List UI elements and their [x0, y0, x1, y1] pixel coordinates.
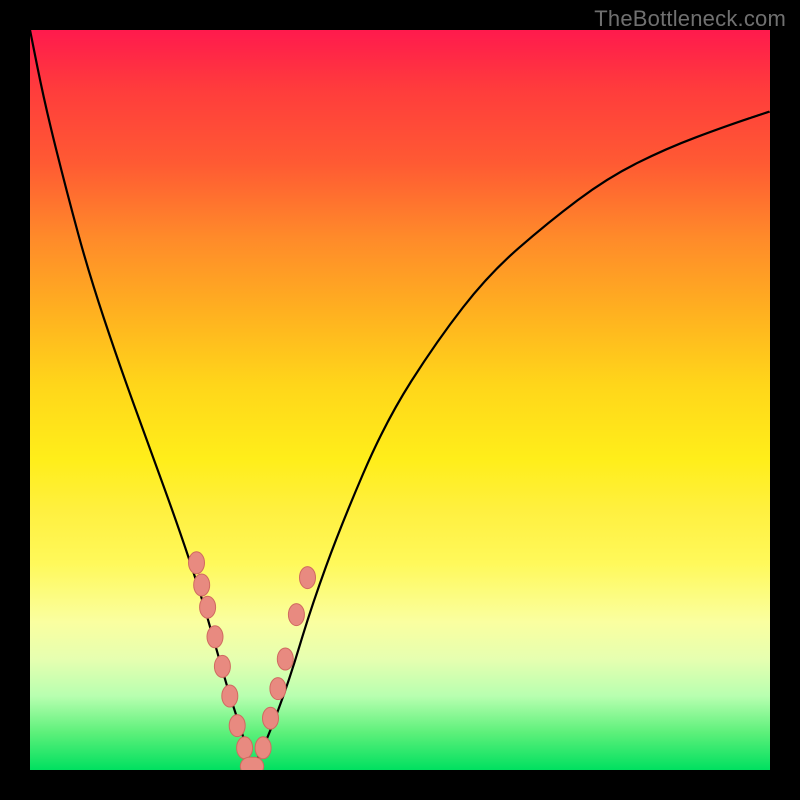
- highlight-blob: [255, 737, 271, 759]
- highlight-base: [240, 757, 263, 770]
- highlight-blob: [300, 567, 316, 589]
- highlight-blob: [214, 655, 230, 677]
- highlight-blob: [288, 604, 304, 626]
- highlight-blob: [263, 707, 279, 729]
- highlight-blob: [194, 574, 210, 596]
- highlight-blob: [277, 648, 293, 670]
- bottleneck-chart: [30, 30, 770, 770]
- highlight-points: [189, 552, 316, 770]
- chart-frame: [30, 30, 770, 770]
- highlight-blob: [189, 552, 205, 574]
- watermark-text: TheBottleneck.com: [594, 6, 786, 32]
- highlight-blob: [200, 596, 216, 618]
- highlight-blob: [222, 685, 238, 707]
- highlight-blob: [237, 737, 253, 759]
- highlight-blob: [207, 626, 223, 648]
- bottleneck-curve: [30, 30, 770, 763]
- highlight-blob: [229, 715, 245, 737]
- highlight-blob: [270, 678, 286, 700]
